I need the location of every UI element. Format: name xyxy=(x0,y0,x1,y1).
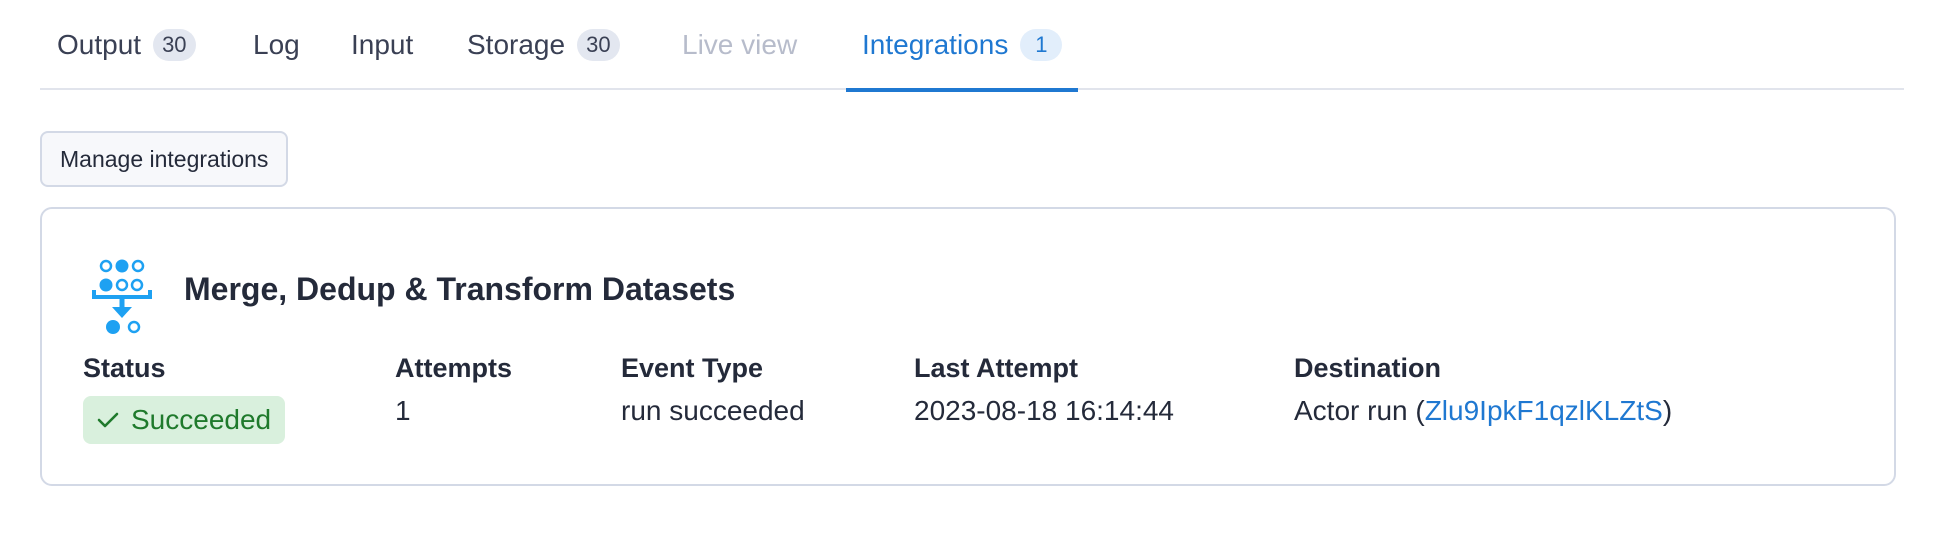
destination-column: Destination Actor run (Zlu9IpkF1qzlKLZtS… xyxy=(1294,351,1672,426)
tab-storage-count-badge: 30 xyxy=(577,29,620,61)
manage-integrations-label: Manage integrations xyxy=(60,145,269,172)
last-attempt-header: Last Attempt xyxy=(914,353,1079,383)
tab-live-view-label: Live view xyxy=(682,29,798,60)
event-type-header: Event Type xyxy=(621,353,764,383)
tab-storage[interactable]: Storage 30 xyxy=(467,0,620,90)
tab-output-label: Output xyxy=(57,29,142,60)
attempts-column: Attempts 1 xyxy=(395,351,513,426)
manage-integrations-button[interactable]: Manage integrations xyxy=(40,131,289,187)
event-type-value: run succeeded xyxy=(621,395,805,426)
active-tab-indicator xyxy=(846,88,1079,92)
attempts-value: 1 xyxy=(395,395,411,426)
integration-card: Merge, Dedup & Transform Datasets Status… xyxy=(40,207,1896,486)
tab-integrations-count-badge: 1 xyxy=(1020,29,1063,61)
status-column: Status Succeeded xyxy=(83,351,286,444)
last-attempt-column: Last Attempt 2023-08-18 16:14:44 xyxy=(914,351,1174,426)
attempts-header: Attempts xyxy=(395,353,513,383)
destination-prefix: Actor run ( xyxy=(1294,395,1425,426)
status-badge: Succeeded xyxy=(83,396,286,444)
destination-value: Actor run (Zlu9IpkF1qzlKLZtS) xyxy=(1294,395,1672,427)
tab-input[interactable]: Input xyxy=(351,0,413,90)
destination-header: Destination xyxy=(1294,353,1442,383)
check-icon xyxy=(97,412,119,428)
tab-integrations-label: Integrations xyxy=(862,29,1009,60)
tab-bar: Output 30 Log Input Storage 30 Live view… xyxy=(40,0,1904,92)
tab-output-count-badge: 30 xyxy=(153,29,196,61)
tab-log[interactable]: Log xyxy=(253,0,300,90)
tab-input-label: Input xyxy=(351,29,414,60)
destination-suffix: ) xyxy=(1662,395,1673,426)
integration-title: Merge, Dedup & Transform Datasets xyxy=(184,271,736,307)
tab-integrations[interactable]: Integrations 1 xyxy=(846,0,1079,92)
tab-live-view: Live view xyxy=(682,0,797,90)
event-type-column: Event Type run succeeded xyxy=(621,351,805,426)
tab-log-label: Log xyxy=(253,29,300,60)
tab-storage-label: Storage xyxy=(467,29,566,60)
status-value: Succeeded xyxy=(131,404,272,435)
merge-dataset-icon xyxy=(90,252,154,340)
status-header: Status xyxy=(83,353,166,383)
tab-output[interactable]: Output 30 xyxy=(57,0,196,90)
last-attempt-value: 2023-08-18 16:14:44 xyxy=(914,395,1174,426)
actor-run-link[interactable]: Zlu9IpkF1qzlKLZtS xyxy=(1425,395,1663,426)
